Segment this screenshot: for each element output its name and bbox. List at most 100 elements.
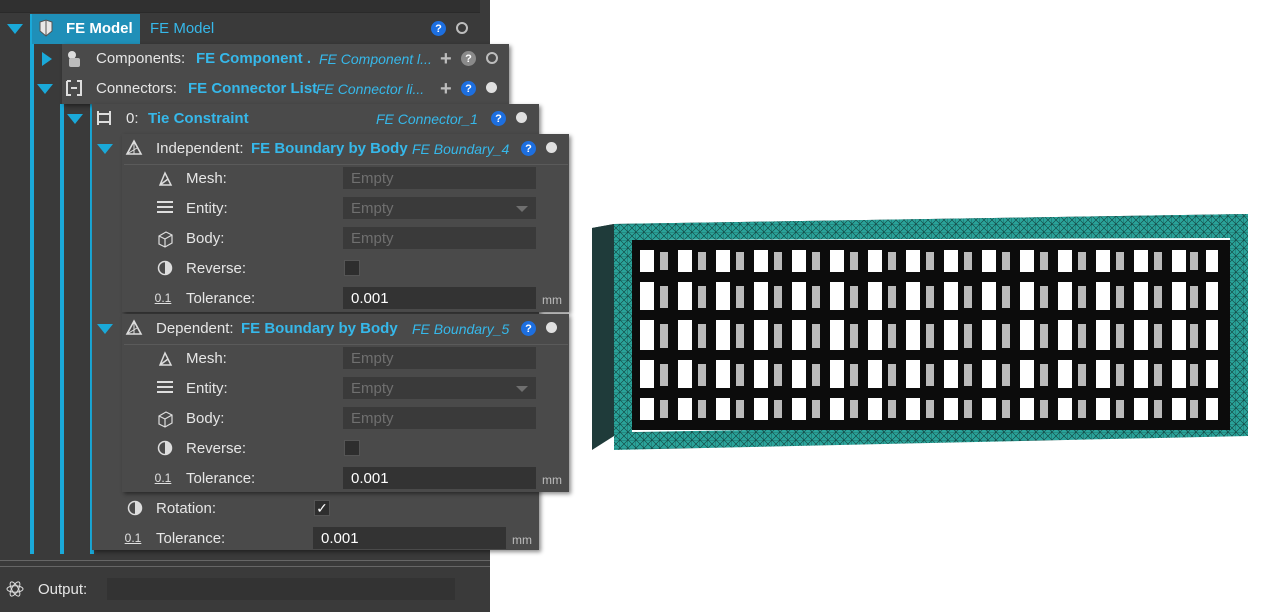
half-circle-icon: [155, 260, 175, 280]
expand-icon[interactable]: [97, 324, 113, 334]
entity-value: Empty: [351, 199, 394, 217]
status-circle-icon[interactable]: [456, 22, 468, 34]
dependent-label: Dependent:: [156, 320, 234, 337]
half-circle-icon: [125, 500, 145, 520]
mesh-icon: [155, 351, 175, 371]
tolerance-field[interactable]: 0.001: [343, 287, 536, 309]
reverse-checkbox[interactable]: [344, 440, 360, 456]
tolerance-label: Tolerance:: [156, 530, 226, 547]
model-viewport[interactable]: [580, 200, 1260, 460]
help-icon[interactable]: ?: [521, 321, 536, 336]
status-circle-icon[interactable]: [516, 112, 527, 123]
components-link[interactable]: FE Component ...: [196, 50, 312, 67]
expand-icon[interactable]: [37, 84, 53, 94]
unit-label: mm: [542, 473, 562, 487]
mesh-field[interactable]: Empty: [343, 347, 536, 369]
dependent-row[interactable]: Dependent: FE Boundary by Body FE Bounda…: [90, 314, 570, 344]
chevron-down-icon[interactable]: [516, 206, 528, 212]
dependent-name[interactable]: FE Boundary_5: [412, 321, 512, 337]
status-circle-icon[interactable]: [546, 142, 557, 153]
body-icon: [155, 230, 175, 252]
tree-guide-line: [60, 104, 64, 554]
dependent-reverse-row: Reverse:: [150, 434, 570, 464]
tie-link[interactable]: Tie Constraint: [148, 110, 249, 127]
half-circle-icon: [155, 440, 175, 460]
mesh-label: Mesh:: [186, 350, 227, 367]
tree-header-strip: [0, 0, 480, 13]
reverse-label: Reverse:: [186, 440, 247, 457]
list-icon: [155, 380, 175, 398]
help-icon[interactable]: ?: [431, 21, 446, 36]
help-icon[interactable]: ?: [521, 141, 536, 156]
boundary-icon: [124, 139, 144, 161]
tie-tolerance-row: 0.1 Tolerance: 0.001 mm: [120, 524, 540, 554]
independent-entity-row: Entity: Empty: [150, 194, 570, 224]
expand-icon[interactable]: [67, 114, 83, 124]
rotation-checkbox[interactable]: ✓: [314, 500, 330, 516]
connectors-link[interactable]: FE Connector List: [188, 80, 317, 97]
boundary-icon: [124, 319, 144, 341]
body-field[interactable]: Empty: [343, 227, 536, 249]
components-row[interactable]: Components: FE Component ... FE Componen…: [30, 44, 510, 74]
mesh-field[interactable]: Empty: [343, 167, 536, 189]
add-icon[interactable]: +: [440, 49, 452, 69]
help-icon[interactable]: ?: [491, 111, 506, 126]
mesh-icon: [155, 171, 175, 191]
entity-select[interactable]: Empty: [343, 197, 536, 219]
expand-icon[interactable]: [7, 24, 23, 34]
tie-index: 0:: [126, 110, 139, 127]
tolerance-field[interactable]: 0.001: [313, 527, 506, 549]
expand-icon[interactable]: [97, 144, 113, 154]
status-circle-icon[interactable]: [486, 52, 498, 64]
independent-row[interactable]: Independent: FE Boundary by Body FE Boun…: [90, 134, 570, 164]
tolerance-icon: 0.1: [124, 531, 142, 545]
independent-tolerance-row: 0.1 Tolerance: 0.001 mm: [150, 284, 570, 314]
body-label: Body:: [186, 410, 225, 427]
tie-name[interactable]: FE Connector_1: [376, 111, 486, 127]
dependent-link[interactable]: FE Boundary by Body: [241, 320, 398, 337]
body-label: Body:: [186, 230, 225, 247]
tolerance-label: Tolerance:: [186, 290, 256, 307]
connectors-name[interactable]: FE Connector li...: [316, 81, 428, 97]
connectors-icon: [64, 79, 84, 101]
independent-reverse-row: Reverse:: [150, 254, 570, 284]
entity-label: Entity:: [186, 380, 228, 397]
status-circle-icon[interactable]: [546, 322, 557, 333]
body-field[interactable]: Empty: [343, 407, 536, 429]
status-circle-icon[interactable]: [486, 82, 497, 93]
fe-model-row[interactable]: FE Model FE Model ?: [0, 14, 480, 44]
output-field[interactable]: [107, 578, 455, 600]
reverse-checkbox[interactable]: [344, 260, 360, 276]
fe-model-label: FE Model: [66, 20, 133, 37]
add-icon[interactable]: +: [440, 79, 452, 99]
independent-mesh-row: Mesh: Empty: [150, 164, 570, 194]
components-label: Components:: [96, 50, 186, 67]
tolerance-label: Tolerance:: [186, 470, 256, 487]
independent-body-row: Body: Empty: [150, 224, 570, 254]
rotation-row: Rotation: ✓: [120, 494, 540, 524]
independent-link[interactable]: FE Boundary by Body: [251, 140, 408, 157]
tolerance-icon: 0.1: [154, 291, 172, 305]
dependent-tolerance-row: 0.1 Tolerance: 0.001 mm: [150, 464, 570, 494]
components-name[interactable]: FE Component l...: [319, 51, 431, 67]
help-icon[interactable]: ?: [461, 51, 476, 66]
independent-name[interactable]: FE Boundary_4: [412, 141, 512, 157]
tie-constraint-row[interactable]: 0: Tie Constraint FE Connector_1 ?: [60, 104, 540, 134]
divider: [0, 566, 490, 567]
atom-icon: [5, 580, 25, 602]
tolerance-field[interactable]: 0.001: [343, 467, 536, 489]
help-icon[interactable]: ?: [461, 81, 476, 96]
fe-model-value[interactable]: FE Model: [150, 20, 214, 37]
unit-label: mm: [512, 533, 532, 547]
tolerance-icon: 0.1: [154, 471, 172, 485]
grille-mesh-model: [592, 214, 1248, 450]
entity-label: Entity:: [186, 200, 228, 217]
output-bar: Output:: [0, 574, 490, 604]
connectors-row[interactable]: Connectors: FE Connector List FE Connect…: [30, 74, 510, 104]
chevron-down-icon[interactable]: [516, 386, 528, 392]
rotation-label: Rotation:: [156, 500, 217, 517]
unit-label: mm: [542, 293, 562, 307]
entity-select[interactable]: Empty: [343, 377, 536, 399]
collapse-icon[interactable]: [42, 52, 52, 66]
divider: [0, 560, 490, 561]
